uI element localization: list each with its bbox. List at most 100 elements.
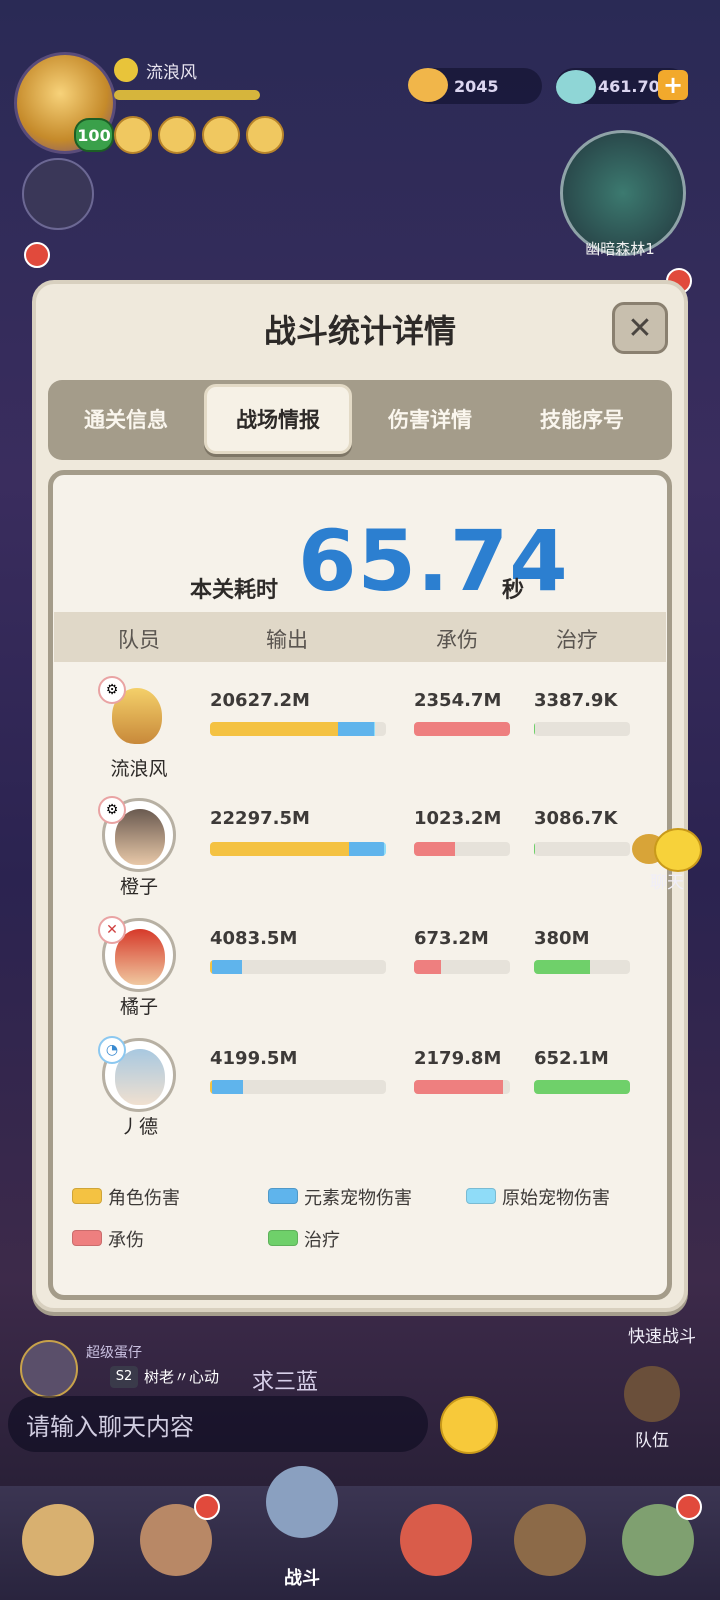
heal-bar <box>534 1080 630 1094</box>
original-pet-fill <box>373 722 376 736</box>
element-icon: ✕ <box>98 916 126 944</box>
taken-bar <box>414 960 510 974</box>
buff-icon[interactable] <box>158 116 196 154</box>
taken-bar <box>414 842 510 856</box>
output-bar <box>210 1080 386 1094</box>
quick-battle-label[interactable]: 快速战斗 <box>616 1322 708 1347</box>
heal-fill <box>534 1080 630 1094</box>
taken-bar <box>414 722 510 736</box>
nav-item-pet[interactable] <box>386 1486 486 1596</box>
coin-icon <box>408 68 448 102</box>
element-icon: ⚙ <box>98 676 126 704</box>
member-name: 橙子 <box>119 876 158 898</box>
taken-fill <box>414 1080 504 1094</box>
close-button[interactable]: ✕ <box>612 302 668 354</box>
legend-swatch-heal <box>268 1230 298 1246</box>
taken-fill <box>414 722 510 736</box>
element-icon: ◔ <box>98 1036 126 1064</box>
battle-label: 战斗 <box>284 1568 320 1589</box>
buff-icon[interactable] <box>246 116 284 154</box>
output-bar <box>210 842 386 856</box>
legend-heal: 治疗 <box>304 1230 340 1251</box>
gem-icon <box>556 70 596 104</box>
tab-skill-order[interactable]: 技能序号 <box>508 384 656 454</box>
legend-taken: 承伤 <box>108 1230 144 1251</box>
element-icon: ⚙ <box>98 796 126 824</box>
dialog-title: 战斗统计详情 <box>263 312 456 350</box>
coin-value: 2045 <box>454 76 499 96</box>
legend-original-pet-damage: 原始宠物伤害 <box>502 1188 610 1209</box>
heal-fill <box>534 842 535 856</box>
close-icon: ✕ <box>627 310 653 346</box>
chat-input[interactable]: 请输入聊天内容 <box>8 1396 428 1452</box>
add-gems-button[interactable]: + <box>658 70 688 100</box>
heal-value: 3387.9K <box>534 690 618 711</box>
xp-bar <box>114 90 260 100</box>
element-pet-fill <box>338 722 374 736</box>
teammate-avatar[interactable] <box>22 158 94 230</box>
member-name: 橘子 <box>119 996 158 1018</box>
time-label: 本关耗时 <box>190 578 279 603</box>
legend-swatch-role <box>72 1188 102 1204</box>
heal-value: 652.1M <box>534 1048 609 1069</box>
smile-icon <box>654 828 702 872</box>
nav-item-hero[interactable] <box>8 1486 108 1596</box>
header-output: 输出 <box>266 628 308 652</box>
nav-item-shop[interactable] <box>500 1486 600 1596</box>
tab-battlefield-intel[interactable]: 战场情报 <box>204 384 352 454</box>
chat-sender-avatar[interactable] <box>20 1340 78 1398</box>
heal-fill <box>534 960 590 974</box>
map-name: 幽暗森林1 <box>585 240 655 258</box>
player-name: 流浪风 <box>146 63 197 83</box>
tab-damage-details[interactable]: 伤害详情 <box>356 384 504 454</box>
legend-swatch-original-pet <box>466 1188 496 1204</box>
output-value: 22297.5M <box>210 808 310 829</box>
team-label[interactable]: 队伍 <box>616 1426 688 1451</box>
time-value: 65.74 <box>298 512 569 610</box>
taken-bar <box>414 1080 510 1094</box>
taken-value: 2354.7M <box>414 690 502 711</box>
heal-value: 3086.7K <box>534 808 618 829</box>
member-name: 流浪风 <box>110 758 168 780</box>
buff-icon[interactable] <box>202 116 240 154</box>
hero-icon <box>22 1504 94 1576</box>
chat-sender-title: 超级蛋仔 <box>86 1345 142 1361</box>
sword-icon <box>266 1466 338 1538</box>
emoji-icon[interactable] <box>440 1396 498 1454</box>
legend-element-pet-damage: 元素宠物伤害 <box>304 1188 412 1209</box>
chat-sender-name[interactable]: 树老〃心动 <box>144 1366 219 1387</box>
notification-dot <box>676 1494 702 1520</box>
heal-bar <box>534 842 630 856</box>
notification-dot <box>194 1494 220 1520</box>
output-value: 4083.5M <box>210 928 298 949</box>
chat-label: 聊天 <box>650 873 684 893</box>
legend-role-damage: 角色伤害 <box>108 1188 180 1209</box>
tab-clear-info[interactable]: 通关信息 <box>52 384 200 454</box>
chat-button[interactable]: 聊天 <box>632 828 702 893</box>
chat-message: 求三蓝 <box>252 1370 319 1395</box>
level-badge: 100 <box>74 118 114 152</box>
shop-icon <box>514 1504 586 1576</box>
member-name: 丿德 <box>119 1116 158 1138</box>
taken-fill <box>414 960 441 974</box>
team-icon[interactable] <box>624 1366 680 1422</box>
season-badge: S2 <box>110 1366 138 1388</box>
element-pet-fill <box>211 960 242 974</box>
role-damage-fill <box>210 842 350 856</box>
time-unit: 秒 <box>502 578 525 603</box>
element-pet-fill <box>211 1080 244 1094</box>
title-icon <box>114 58 138 82</box>
taken-value: 2179.8M <box>414 1048 502 1069</box>
header-member: 队员 <box>118 628 160 652</box>
header-heal: 治疗 <box>556 628 598 652</box>
output-bar <box>210 722 386 736</box>
output-value: 4199.5M <box>210 1048 298 1069</box>
nav-item-battle[interactable]: 战斗 <box>252 1466 352 1596</box>
heal-bar <box>534 960 630 974</box>
header-taken: 承伤 <box>436 628 478 652</box>
heal-value: 380M <box>534 928 590 949</box>
buff-icon[interactable] <box>114 116 152 154</box>
taken-fill <box>414 842 456 856</box>
legend-swatch-taken <box>72 1230 102 1246</box>
heal-bar <box>534 722 630 736</box>
